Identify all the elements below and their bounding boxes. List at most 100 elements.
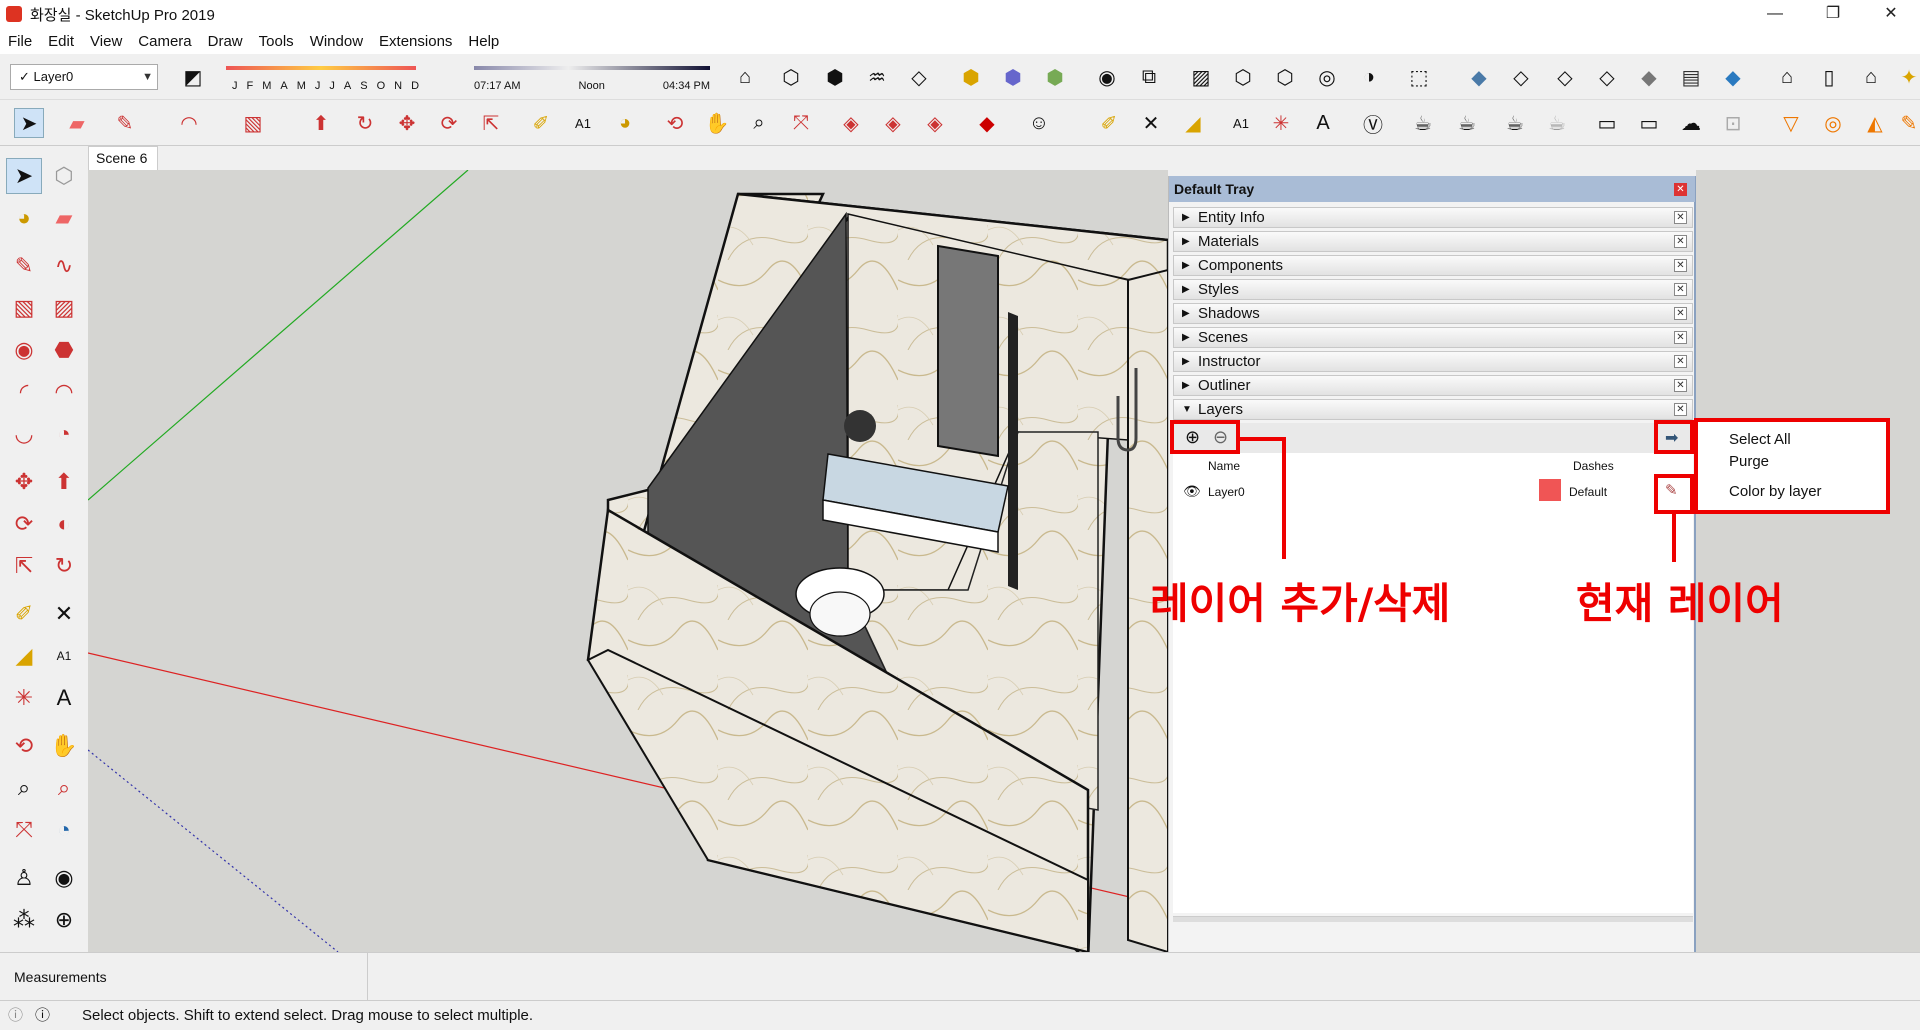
- interactive-render-icon[interactable]: ☕: [1452, 108, 1482, 138]
- zoom-extents-left-icon[interactable]: ⤧: [6, 812, 42, 848]
- 3d-text-icon[interactable]: A: [1308, 108, 1338, 138]
- follow-me-icon[interactable]: ◐: [46, 506, 82, 542]
- panel-materials[interactable]: ▶ Materials ✕: [1173, 231, 1693, 252]
- panel-close-icon[interactable]: ✕: [1674, 403, 1687, 416]
- zoom-window-icon[interactable]: ⌕: [46, 770, 82, 806]
- batch-render-icon[interactable]: ☕: [1542, 108, 1572, 138]
- view-front-icon[interactable]: ◇: [1506, 62, 1536, 92]
- model-viewport[interactable]: [88, 170, 1168, 952]
- zoom-icon[interactable]: ⌕: [744, 108, 774, 138]
- freehand-icon[interactable]: ∿: [46, 248, 82, 284]
- layer-dropdown[interactable]: ✓ Layer0 ▼: [10, 64, 158, 90]
- menu-window[interactable]: Window: [302, 33, 371, 50]
- box-icon[interactable]: ⬢: [820, 62, 850, 92]
- dimension-icon[interactable]: ✕: [1136, 108, 1166, 138]
- circle-icon[interactable]: ◉: [6, 332, 42, 368]
- make-component-icon[interactable]: ⬡: [46, 158, 82, 194]
- component-icon[interactable]: ⬢: [956, 62, 986, 92]
- panel-close-icon[interactable]: ✕: [1674, 283, 1687, 296]
- dimension-text-icon[interactable]: A1: [568, 108, 598, 138]
- layers-stack-icon[interactable]: ▤: [1676, 62, 1706, 92]
- rectangle-left-icon[interactable]: ▧: [6, 290, 42, 326]
- panel-close-icon[interactable]: ✕: [1674, 307, 1687, 320]
- style-shaded-icon[interactable]: ◎: [1312, 62, 1342, 92]
- menu-camera[interactable]: Camera: [130, 33, 199, 50]
- tray-close-icon[interactable]: ✕: [1674, 183, 1687, 196]
- render-teapot-icon[interactable]: ☕: [1408, 108, 1438, 138]
- line-icon[interactable]: ✎: [6, 248, 42, 284]
- style-xray-icon[interactable]: ▨: [1186, 62, 1216, 92]
- view-bottom-icon[interactable]: ◆: [1718, 62, 1748, 92]
- tape-measure-icon[interactable]: ✐: [526, 108, 556, 138]
- panel-entity-info[interactable]: ▶ Entity Info ✕: [1173, 207, 1693, 228]
- vray-icon[interactable]: Ⓥ: [1358, 108, 1388, 138]
- spot-light-icon[interactable]: ◭: [1860, 108, 1890, 138]
- layer-color-swatch[interactable]: [1539, 479, 1561, 501]
- paint-icon[interactable]: ◕: [6, 200, 42, 236]
- panel-close-icon[interactable]: ✕: [1674, 379, 1687, 392]
- panel-shadows[interactable]: ▶ Shadows ✕: [1173, 303, 1693, 324]
- extension-warehouse-icon[interactable]: ✦: [1894, 62, 1920, 92]
- 3d-text-left-icon[interactable]: A: [46, 680, 82, 716]
- select-arrow-icon[interactable]: ➤: [6, 158, 42, 194]
- menu-tools[interactable]: Tools: [251, 33, 302, 50]
- house-model-icon[interactable]: ⌂: [1772, 62, 1802, 92]
- view-left-icon[interactable]: ◆: [1634, 62, 1664, 92]
- style-wireframe-icon[interactable]: ⬡: [1228, 62, 1258, 92]
- pan-left-icon[interactable]: ✋: [46, 728, 82, 764]
- solid-union-icon[interactable]: ◉: [1092, 62, 1122, 92]
- rotate-left-icon[interactable]: ⟳: [6, 506, 42, 542]
- light-plane-icon[interactable]: ▽: [1776, 108, 1806, 138]
- menu-extensions[interactable]: Extensions: [371, 33, 460, 50]
- view-right-icon[interactable]: ◇: [1550, 62, 1580, 92]
- zoom-extents-icon[interactable]: ⤧: [786, 108, 816, 138]
- panel-outliner[interactable]: ▶ Outliner ✕: [1173, 375, 1693, 396]
- move-icon[interactable]: ✥: [392, 108, 422, 138]
- polygon-icon[interactable]: ⬣: [46, 332, 82, 368]
- offset-left-icon[interactable]: ↻: [46, 548, 82, 584]
- environment-icon[interactable]: ☁: [1676, 108, 1706, 138]
- paint-bucket-icon[interactable]: ◕: [610, 108, 640, 138]
- info-icon[interactable]: ⓘ: [35, 1001, 50, 1030]
- scale-left-icon[interactable]: ⇱: [6, 548, 42, 584]
- visibility-eye-icon[interactable]: 👁: [1183, 483, 1201, 500]
- tape-measure-2-icon[interactable]: ✐: [1094, 108, 1124, 138]
- dimension-left-icon[interactable]: ✕: [46, 596, 82, 632]
- move-left-icon[interactable]: ✥: [6, 464, 42, 500]
- shadow-time-slider[interactable]: 07:17 AM Noon 04:34 PM: [474, 62, 710, 98]
- material-cube-icon[interactable]: ⬢: [998, 62, 1028, 92]
- look-around-icon[interactable]: ◉: [46, 860, 82, 896]
- eraser-icon[interactable]: ▰: [62, 108, 92, 138]
- frame-buffer-icon[interactable]: ☕: [1500, 108, 1530, 138]
- view-iso-icon[interactable]: ⬚: [1404, 62, 1434, 92]
- door-icon[interactable]: ▯: [1814, 62, 1844, 92]
- text-left-icon[interactable]: A1: [46, 638, 82, 674]
- rotate-icon[interactable]: ⟳: [434, 108, 464, 138]
- lock-icon[interactable]: ⊡: [1718, 108, 1748, 138]
- eraser-left-icon[interactable]: ▰: [46, 200, 82, 236]
- panel-layers[interactable]: ▼ Layers ✕: [1173, 399, 1693, 420]
- position-camera-icon[interactable]: ♙: [6, 860, 42, 896]
- shadow-date-slider[interactable]: J F M A M J J A S O N D: [226, 62, 419, 98]
- panel-close-icon[interactable]: ✕: [1674, 259, 1687, 272]
- eraser-tag-icon[interactable]: ◇: [904, 62, 934, 92]
- text-tool-icon[interactable]: A1: [1226, 108, 1256, 138]
- close-button[interactable]: ✕: [1862, 0, 1920, 28]
- rectangle-icon[interactable]: ▧: [238, 108, 268, 138]
- panel-close-icon[interactable]: ✕: [1674, 211, 1687, 224]
- view-back-icon[interactable]: ◇: [1592, 62, 1622, 92]
- panel-scenes[interactable]: ▶ Scenes ✕: [1173, 327, 1693, 348]
- panel-close-icon[interactable]: ✕: [1674, 331, 1687, 344]
- menu-help[interactable]: Help: [460, 33, 507, 50]
- style-monochrome-icon[interactable]: ◑: [1354, 62, 1384, 92]
- rotated-rect-icon[interactable]: ▨: [46, 290, 82, 326]
- layer-dashes[interactable]: Default: [1569, 485, 1607, 499]
- menu-view[interactable]: View: [82, 33, 130, 50]
- 3pt-arc-icon[interactable]: ◡: [6, 416, 42, 452]
- geo-location-icon[interactable]: ⓘ: [8, 1001, 23, 1030]
- push-pull-icon[interactable]: ⬆: [306, 108, 336, 138]
- warehouse-share-icon[interactable]: ◈: [878, 108, 908, 138]
- layer-name[interactable]: Layer0: [1208, 485, 1245, 499]
- protractor-left-icon[interactable]: ◢: [6, 638, 42, 674]
- select-tool-icon[interactable]: ➤: [14, 108, 44, 138]
